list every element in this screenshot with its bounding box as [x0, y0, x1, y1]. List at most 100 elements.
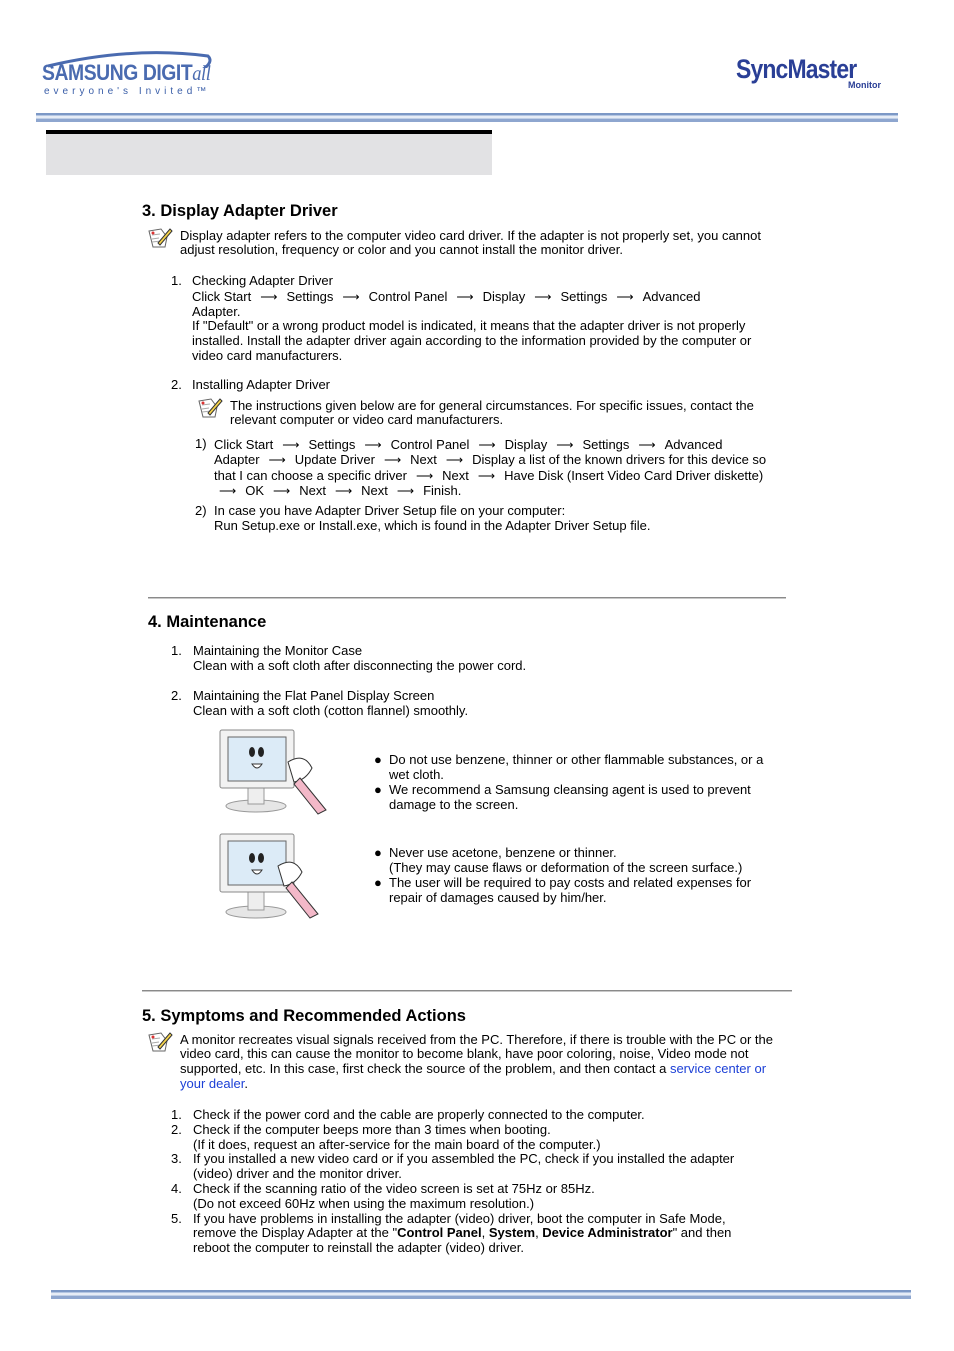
- arrow-right-icon: ⟶: [478, 438, 496, 452]
- installing-note-line2: relevant computer or video card manufact…: [230, 412, 504, 427]
- section-title-symptoms: 5. Symptoms and Recommended Actions: [142, 1007, 466, 1025]
- bullet-text: wet cloth.: [389, 767, 444, 782]
- arrow-right-icon: ⟶: [456, 290, 474, 304]
- path-tail: Adapter.: [192, 304, 241, 319]
- note-pencil-icon: [148, 228, 173, 248]
- note-pencil-icon: [148, 1032, 173, 1052]
- path-step: Settings: [582, 437, 630, 452]
- step-number: 1): [195, 436, 207, 451]
- symptom-item-text: (Do not exceed 60Hz when using the maxim…: [193, 1196, 535, 1211]
- step-number: 2): [195, 503, 207, 518]
- path-step: Display: [504, 437, 548, 452]
- symptom-item-text: (video) driver and the monitor driver.: [193, 1166, 402, 1181]
- header-divider: [36, 113, 898, 122]
- text-fragment: " and then: [672, 1225, 732, 1240]
- logo-tagline: everyone's Invited™: [44, 86, 211, 97]
- list-number: 1.: [171, 273, 182, 288]
- arrow-right-icon: ⟶: [383, 453, 402, 467]
- bullet-text: We recommend a Samsung cleansing agent i…: [389, 782, 751, 797]
- arrow-right-icon: ⟶: [445, 453, 464, 467]
- symptoms-note-line2: video card, this can cause the monitor t…: [180, 1046, 749, 1061]
- list-number: 1.: [171, 1107, 182, 1122]
- path-step: Have Disk (Insert Video Card Driver disk…: [504, 468, 764, 483]
- arrow-right-icon: ⟶: [534, 290, 552, 304]
- list-number: 3.: [171, 1151, 182, 1166]
- maintenance-case-body: Clean with a soft cloth after disconnect…: [193, 658, 527, 673]
- path-step: Control Panel: [368, 289, 448, 304]
- symptom-item-text: If you installed a new video card or if …: [193, 1151, 735, 1166]
- note-pencil-icon: [198, 398, 223, 418]
- section-divider: [148, 597, 786, 599]
- list-number: 4.: [171, 1181, 182, 1196]
- logo-main-text: SAMSUNG DIGIT: [42, 60, 193, 85]
- service-center-link[interactable]: service center or: [670, 1061, 766, 1076]
- path-step: Update Driver: [294, 452, 375, 467]
- arrow-right-icon: ⟶: [415, 469, 434, 483]
- symptom-item-text: (If it does, request an after-service fo…: [193, 1137, 601, 1152]
- path-step: Click Start: [214, 437, 274, 452]
- list-number: 2.: [171, 1122, 182, 1137]
- syncmaster-text: SyncMaster: [736, 54, 857, 84]
- list-number: 5.: [171, 1211, 182, 1226]
- logo-italic-text: all: [192, 61, 211, 85]
- bullet-text: Do not use benzene, thinner or other fla…: [389, 752, 764, 767]
- path-step: Display: [482, 289, 526, 304]
- arrow-right-icon: ⟶: [342, 290, 360, 304]
- system-emphasis: System: [488, 1225, 536, 1240]
- dealer-link[interactable]: your dealer: [180, 1076, 244, 1091]
- monitor-cleaning-illustration: [219, 729, 327, 815]
- install-step1-line4: ⟶ OK ⟶ Next ⟶ Next ⟶ Finish.: [210, 483, 461, 499]
- note-text: supported, etc. In this case, first chec…: [180, 1061, 670, 1076]
- symptom-item-text-line2: remove the Display Adapter at the "Contr…: [193, 1225, 731, 1240]
- syncmaster-logo: SyncMaster Monitor: [736, 54, 896, 94]
- arrow-right-icon: ⟶: [334, 484, 353, 498]
- text-fragment: ,: [481, 1225, 489, 1240]
- arrow-right-icon: ⟶: [219, 484, 237, 498]
- samsung-digitall-logo: SAMSUNG DIGITall everyone's Invited™: [42, 48, 214, 100]
- symptoms-note-line1: A monitor recreates visual signals recei…: [180, 1032, 773, 1047]
- list-number: 2.: [171, 688, 182, 703]
- checking-adapter-heading: Checking Adapter Driver: [192, 273, 333, 288]
- maintenance-case-heading: Maintaining the Monitor Case: [193, 643, 363, 658]
- note-text: .: [244, 1076, 248, 1091]
- arrow-right-icon: ⟶: [477, 469, 496, 483]
- title-box: [46, 134, 492, 175]
- bullet-text: damage to the screen.: [389, 797, 519, 812]
- list-number: 2.: [171, 377, 182, 392]
- arrow-right-icon: ⟶: [364, 438, 382, 452]
- path-step: Advanced: [642, 289, 701, 304]
- checking-body-line3: video card manufacturers.: [192, 348, 343, 363]
- checking-body-line1: If "Default" or a wrong product model is…: [192, 318, 746, 333]
- device-administrator-emphasis: Device Administrator: [542, 1225, 673, 1240]
- arrow-right-icon: ⟶: [396, 484, 415, 498]
- path-step: Advanced: [664, 437, 723, 452]
- monitor-cleaning-illustration: [219, 833, 319, 919]
- installing-note-line1: The instructions given below are for gen…: [230, 398, 754, 413]
- bullet-icon: ●: [374, 845, 382, 860]
- bullet-icon: ●: [374, 752, 382, 767]
- install-step2-line1: In case you have Adapter Driver Setup fi…: [214, 503, 566, 518]
- checking-body-line2: installed. Install the adapter driver ag…: [192, 333, 752, 348]
- symptom-item-text: Check if the power cord and the cable ar…: [193, 1107, 645, 1122]
- path-step: Settings: [560, 289, 608, 304]
- arrow-right-icon: ⟶: [273, 484, 291, 498]
- path-step: OK: [245, 483, 264, 498]
- display-adapter-note-line1: Display adapter refers to the computer v…: [180, 228, 761, 243]
- path-step: Adapter: [214, 452, 260, 467]
- installing-adapter-heading: Installing Adapter Driver: [192, 377, 331, 392]
- monitor-text: Monitor: [848, 80, 881, 90]
- arrow-right-icon: ⟶: [260, 290, 278, 304]
- footer-divider: [51, 1290, 911, 1299]
- path-step: Display a list of the known drivers for …: [472, 452, 767, 467]
- path-step: Control Panel: [390, 437, 470, 452]
- path-step: Next: [299, 483, 326, 498]
- install-step1-line1: Click Start ⟶ Settings ⟶ Control Panel ⟶ Displ…: [214, 437, 722, 453]
- list-number: 1.: [171, 643, 182, 658]
- arrow-right-icon: ⟶: [638, 438, 656, 452]
- install-step2-line2: Run Setup.exe or Install.exe, which is f…: [214, 518, 651, 533]
- arrow-right-icon: ⟶: [556, 438, 574, 452]
- checking-adapter-path: Click Start ⟶ Settings ⟶ Control Panel ⟶ Displ…: [192, 289, 700, 305]
- arrow-right-icon: ⟶: [282, 438, 300, 452]
- control-panel-emphasis: Control Panel: [397, 1225, 482, 1240]
- bullet-text: The user will be required to pay costs a…: [389, 875, 752, 890]
